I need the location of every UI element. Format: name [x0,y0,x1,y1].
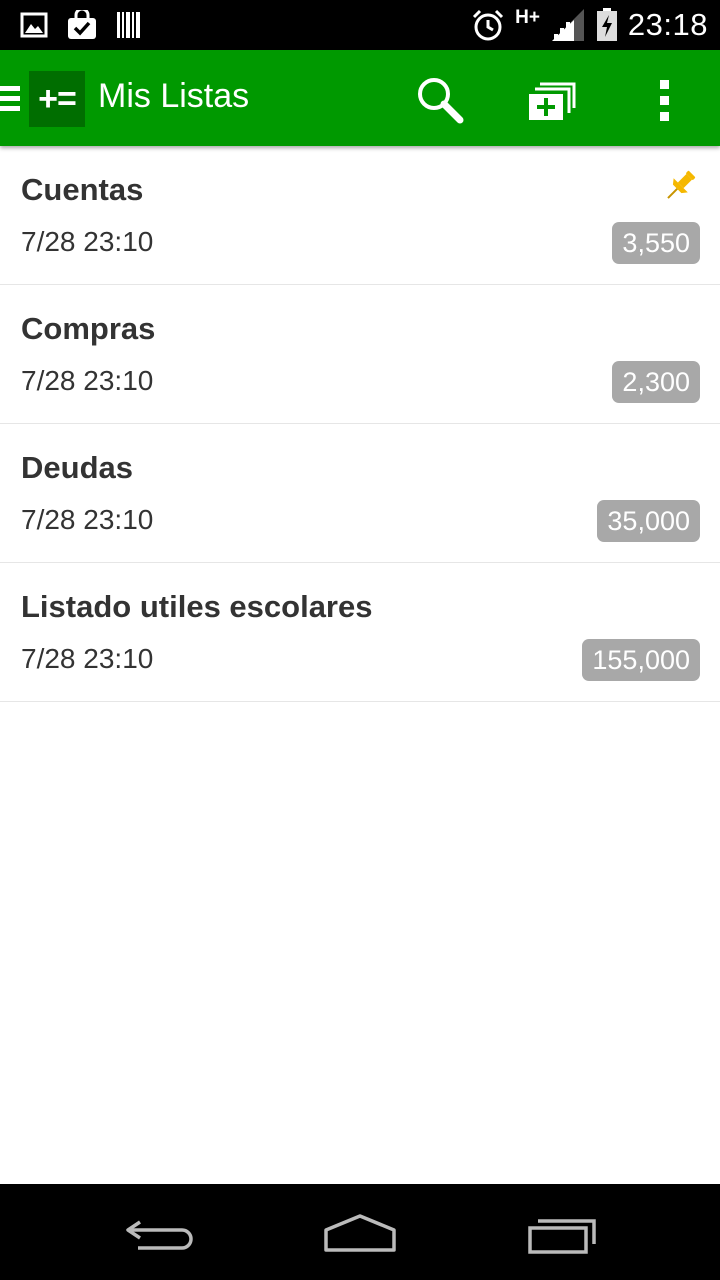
list-item[interactable]: Deudas 7/28 23:10 35,000 [0,424,720,563]
status-right-icons: H+ 23:18 [471,6,708,44]
image-notification-icon [20,12,48,38]
network-type: H+ [515,7,540,28]
add-copy-icon[interactable] [526,74,578,126]
list-item-total-badge: 3,550 [612,222,700,264]
list-item[interactable]: Compras 7/28 23:10 2,300 [0,285,720,424]
alarm-icon [473,9,504,41]
shopping-bag-check-icon [68,10,96,39]
lists-container: Cuentas 7/28 23:10 3,550 Compras 7/28 23… [0,146,720,702]
app-logo[interactable]: += [29,71,85,127]
drawer-menu-icon[interactable] [0,86,20,112]
search-icon[interactable] [414,74,466,126]
list-item-total-badge: 35,000 [597,500,700,542]
list-item-title: Compras [21,311,156,346]
list-item-date: 7/28 23:10 [21,504,154,535]
back-icon[interactable] [120,1208,200,1256]
list-item-date: 7/28 23:10 [21,226,154,257]
app-bar: += Mis Listas [0,50,720,146]
status-bar: H+ 23:18 [0,0,720,50]
list-item-date: 7/28 23:10 [21,643,154,674]
home-icon[interactable] [320,1208,400,1256]
status-left-icons [20,8,142,42]
page-title: Mis Listas [98,77,250,115]
status-time: 23:18 [627,7,708,42]
recents-icon[interactable] [522,1208,602,1256]
list-item[interactable]: Listado utiles escolares 7/28 23:10 155,… [0,563,720,702]
list-item-total-badge: 2,300 [612,361,700,403]
overflow-menu-icon[interactable] [638,74,690,126]
pin-icon [667,170,696,199]
list-item-date: 7/28 23:10 [21,365,154,396]
battery-charging-icon [596,8,617,41]
signal-icon [551,9,584,41]
list-item-title: Listado utiles escolares [21,589,373,624]
list-item[interactable]: Cuentas 7/28 23:10 3,550 [0,146,720,285]
app-logo-text: += [38,79,77,118]
list-item-total-badge: 155,000 [582,639,700,681]
navigation-bar [0,1184,720,1280]
list-item-title: Cuentas [21,172,144,207]
barcode-icon [117,12,140,38]
list-item-title: Deudas [21,450,133,485]
